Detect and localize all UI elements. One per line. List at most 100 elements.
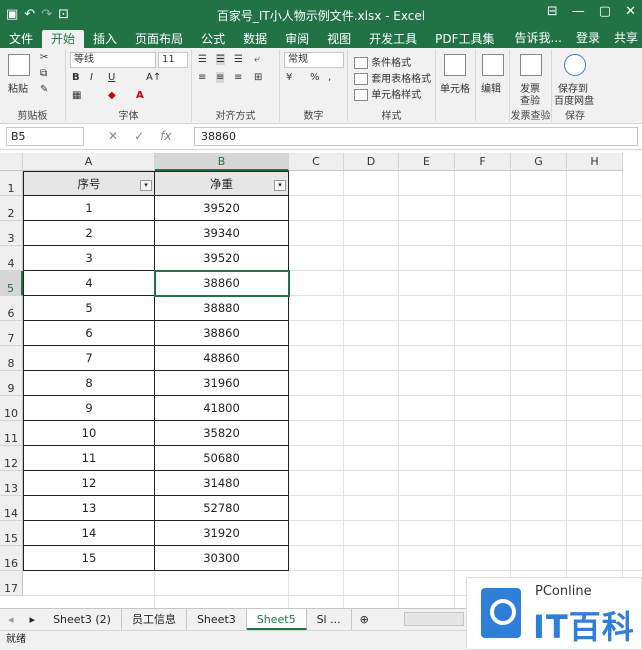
table-cell[interactable]: 50680 xyxy=(155,446,289,471)
underline-button[interactable]: U xyxy=(108,72,115,83)
table-cell[interactable]: 2 xyxy=(23,221,155,246)
table-cell[interactable]: 11 xyxy=(23,446,155,471)
italic-button[interactable]: I xyxy=(90,72,93,83)
filter-dropdown-icon[interactable]: ▾ xyxy=(274,180,286,191)
row-header-2[interactable]: 2 xyxy=(0,196,23,221)
cloud-icon[interactable] xyxy=(564,54,586,76)
save-icon[interactable]: ▣ xyxy=(6,8,18,21)
table-cell[interactable]: 39520 xyxy=(155,246,289,271)
format-painter-icon[interactable]: ✎ xyxy=(40,84,48,95)
insert-function-button[interactable]: fx xyxy=(160,129,171,143)
row-header-10[interactable]: 10 xyxy=(0,396,23,421)
table-cell[interactable]: 38860 xyxy=(155,271,289,296)
align-left-icon[interactable]: ≡ xyxy=(198,72,206,83)
row-header-15[interactable]: 15 xyxy=(0,521,23,546)
table-cell[interactable]: 31960 xyxy=(155,371,289,396)
invoice-button-line2[interactable]: 查验 xyxy=(520,92,540,107)
table-cell[interactable]: 4 xyxy=(23,271,155,296)
table-cell[interactable]: 13 xyxy=(23,496,155,521)
row-header-13[interactable]: 13 xyxy=(0,471,23,496)
edit-button[interactable]: 编辑 xyxy=(481,80,501,95)
paste-button[interactable]: 粘贴 xyxy=(8,80,28,95)
table-cell[interactable]: 5 xyxy=(23,296,155,321)
scroll-right-icon[interactable]: ▸ xyxy=(22,613,44,626)
tab-4[interactable]: 公式 xyxy=(192,30,234,48)
search-icon[interactable] xyxy=(482,54,504,76)
wrap-text-icon[interactable]: ⤶ xyxy=(254,54,260,65)
cell-styles-button[interactable]: 单元格样式 xyxy=(354,86,421,101)
copy-icon[interactable]: ⧉ xyxy=(40,68,47,79)
table-cell[interactable]: 1 xyxy=(23,196,155,221)
table-cell[interactable]: 38860 xyxy=(155,321,289,346)
column-header-C[interactable]: C xyxy=(289,153,344,171)
table-cell[interactable]: 14 xyxy=(23,521,155,546)
sheet-tab-1[interactable]: 员工信息 xyxy=(122,609,187,630)
column-header-E[interactable]: E xyxy=(399,153,455,171)
worksheet-grid[interactable]: A B C D E F G H 1 2 3 4 5 6 7 8 9 10 11 12 13 14 15 16 17 序号 ▾ 净重 ▾ 1… xyxy=(0,153,642,608)
row-header-8[interactable]: 8 xyxy=(0,346,23,371)
formula-input[interactable]: 38860 xyxy=(194,127,638,146)
table-cell[interactable]: 31920 xyxy=(155,521,289,546)
table-cell[interactable]: 7 xyxy=(23,346,155,371)
paste-icon[interactable] xyxy=(8,54,30,76)
tab-2[interactable]: 插入 xyxy=(84,30,126,48)
column-header-G[interactable]: G xyxy=(511,153,567,171)
select-all-corner[interactable] xyxy=(0,153,23,171)
tab-0[interactable]: 文件 xyxy=(0,30,42,48)
font-size-select[interactable]: 11 xyxy=(158,52,188,68)
format-as-table-button[interactable]: 套用表格格式 xyxy=(354,70,431,85)
align-top-icon[interactable]: ☰ xyxy=(198,54,207,65)
column-header-H[interactable]: H xyxy=(567,153,623,171)
row-header-4[interactable]: 4 xyxy=(0,246,23,271)
tell-me-input[interactable]: 告诉我... xyxy=(515,29,562,46)
row-header-9[interactable]: 9 xyxy=(0,371,23,396)
currency-icon[interactable]: ¥ xyxy=(286,72,292,83)
horizontal-scrollbar[interactable] xyxy=(404,612,464,626)
column-header-A[interactable]: A xyxy=(23,153,155,171)
tab-8[interactable]: 开发工具 xyxy=(360,30,426,48)
tab-7[interactable]: 视图 xyxy=(318,30,360,48)
row-header-3[interactable]: 3 xyxy=(0,221,23,246)
column-header-B[interactable]: B xyxy=(155,153,289,171)
align-bottom-icon[interactable]: ☰ xyxy=(234,54,243,65)
table-header-cell[interactable]: 净重 ▾ xyxy=(155,171,289,196)
undo-icon[interactable]: ↶ xyxy=(24,8,35,21)
name-box[interactable]: B5 xyxy=(6,127,84,146)
cancel-icon[interactable]: ✕ xyxy=(108,129,118,143)
table-header-cell[interactable]: 序号 ▾ xyxy=(23,171,155,196)
number-format-select[interactable]: 常规 xyxy=(284,52,344,68)
row-header-17[interactable]: 17 xyxy=(0,571,23,596)
confirm-icon[interactable]: ✓ xyxy=(134,129,144,143)
conditional-format-button[interactable]: 条件格式 xyxy=(354,54,411,69)
font-name-select[interactable]: 等线 xyxy=(70,52,156,68)
percent-icon[interactable]: % xyxy=(310,72,320,83)
column-header-D[interactable]: D xyxy=(344,153,399,171)
invoice-icon[interactable] xyxy=(520,54,542,76)
share-button[interactable]: 共享 xyxy=(614,29,638,46)
save-cloud-line2[interactable]: 百度网盘 xyxy=(554,92,594,107)
align-right-icon[interactable]: ≡ xyxy=(234,72,242,83)
redo-icon[interactable]: ↷ xyxy=(41,8,52,21)
sheet-tab-0[interactable]: Sheet3 (2) xyxy=(43,609,122,630)
grow-font-icon[interactable]: A↑ xyxy=(146,72,161,83)
restore-button[interactable]: ▢ xyxy=(599,4,611,19)
tab-3[interactable]: 页面布局 xyxy=(126,30,192,48)
sheet-tab-3[interactable]: Sheet5 xyxy=(246,609,307,630)
add-sheet-icon[interactable]: ⊕ xyxy=(352,613,377,626)
table-cell[interactable]: 39340 xyxy=(155,221,289,246)
font-color-icon[interactable]: A xyxy=(136,90,144,101)
cells-icon[interactable] xyxy=(444,54,466,76)
column-header-F[interactable]: F xyxy=(455,153,511,171)
table-cell[interactable]: 9 xyxy=(23,396,155,421)
scroll-left-icon[interactable]: ◂ xyxy=(0,613,22,626)
row-header-14[interactable]: 14 xyxy=(0,496,23,521)
row-header-16[interactable]: 16 xyxy=(0,546,23,571)
row-header-11[interactable]: 11 xyxy=(0,421,23,446)
table-cell[interactable]: 6 xyxy=(23,321,155,346)
sheet-tab-2[interactable]: Sheet3 xyxy=(187,609,247,630)
sheet-tab-4[interactable]: Sl ... xyxy=(307,609,352,630)
comma-icon[interactable]: , xyxy=(328,72,331,83)
table-cell[interactable]: 3 xyxy=(23,246,155,271)
row-header-5[interactable]: 5 xyxy=(0,271,23,296)
row-header-7[interactable]: 7 xyxy=(0,321,23,346)
